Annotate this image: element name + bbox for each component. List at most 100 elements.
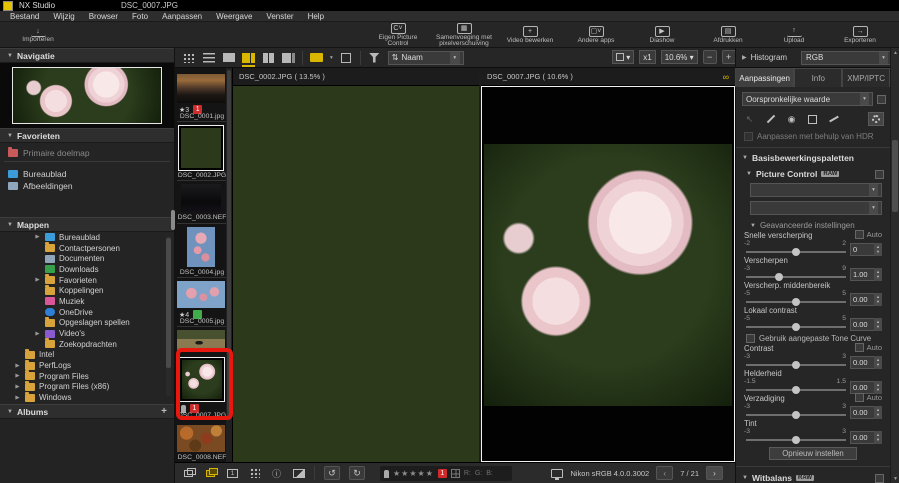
- zoom-in-icon[interactable]: +: [722, 50, 736, 64]
- menu-weergave[interactable]: Weergave: [216, 12, 252, 21]
- tree-item[interactable]: ▶Windows: [0, 392, 174, 403]
- video-edit-button[interactable]: + Video bewerken: [499, 23, 561, 47]
- navigation-preview-image[interactable]: [12, 67, 162, 124]
- multi-thumb-icon[interactable]: [248, 467, 261, 479]
- rotate-ccw-button[interactable]: ↺: [324, 466, 340, 480]
- tree-item[interactable]: Opgeslagen spellen: [0, 318, 174, 329]
- next-image-button[interactable]: ›: [706, 466, 723, 480]
- navigatie-header[interactable]: ▼ Navigatie: [0, 48, 174, 63]
- menu-browser[interactable]: Browser: [89, 12, 118, 21]
- reset-button[interactable]: Opnieuw instellen: [769, 447, 857, 460]
- slideshow-button[interactable]: ▶ Diashow: [631, 23, 693, 47]
- hdr-checkbox[interactable]: [744, 132, 753, 141]
- tree-item[interactable]: Downloads: [0, 264, 174, 275]
- slider-value[interactable]: 0.00▴▾: [850, 406, 882, 419]
- tree-item[interactable]: Contactpersonen: [0, 243, 174, 254]
- slider-thumb[interactable]: [792, 248, 800, 256]
- slider-track[interactable]: [746, 386, 846, 394]
- auto-checkbox[interactable]: [855, 393, 864, 402]
- picture-control-header[interactable]: ▼ Picture Control RAW: [746, 169, 884, 179]
- prev-image-button[interactable]: ‹: [656, 466, 673, 480]
- thumbnail-dsc0001[interactable]: [177, 74, 225, 103]
- add-album-icon[interactable]: +: [161, 406, 167, 417]
- slider-track[interactable]: [746, 298, 846, 306]
- rotate-cw-button[interactable]: ↻: [349, 466, 365, 480]
- histogram-toggle-icon[interactable]: [292, 467, 305, 479]
- tree-item[interactable]: ▶Bureaublad: [0, 232, 174, 243]
- expander-icon[interactable]: ▶: [14, 384, 21, 390]
- witbalans-checkbox[interactable]: [875, 474, 884, 483]
- mappen-header[interactable]: ▼ Mappen: [0, 217, 174, 232]
- menu-wijzig[interactable]: Wijzig: [53, 12, 74, 21]
- slider-thumb[interactable]: [792, 411, 800, 419]
- viewer-pane-right-selected[interactable]: [481, 86, 735, 462]
- tree-item[interactable]: ▶Favorieten: [0, 275, 174, 286]
- tree-item[interactable]: OneDrive: [0, 307, 174, 318]
- witbalans-header[interactable]: ▼ Witbalans RAW: [742, 473, 884, 483]
- viewer-pane-left[interactable]: [233, 86, 479, 462]
- retouch-brush-icon[interactable]: [765, 114, 776, 125]
- slider-value[interactable]: 0.00▴▾: [850, 293, 882, 306]
- zoom-out-icon[interactable]: −: [703, 50, 717, 64]
- inspector-scrollbar[interactable]: ▲ ▼: [890, 48, 899, 483]
- menu-bestand[interactable]: Bestand: [10, 12, 39, 21]
- sort-dropdown[interactable]: ⇅ Naam ▾: [388, 51, 464, 65]
- thumbnail-dsc0005[interactable]: [177, 281, 225, 308]
- thumbnail-dsc0008[interactable]: [177, 425, 225, 452]
- spinner-icon[interactable]: ▴▾: [874, 318, 882, 331]
- auto-checkbox[interactable]: [855, 230, 864, 239]
- copy-adjustments-icon[interactable]: [182, 467, 195, 479]
- picture-control-dropdown-1[interactable]: ▾: [750, 183, 882, 197]
- grid-view-icon[interactable]: [182, 52, 195, 63]
- redeye-icon[interactable]: ◉: [786, 114, 797, 125]
- slider-thumb[interactable]: [792, 436, 800, 444]
- spinner-icon[interactable]: ▴▾: [874, 406, 882, 419]
- pixel-shift-button[interactable]: ▦ Samenvoeging met pixelverschuiving: [433, 23, 495, 47]
- menu-venster[interactable]: Venster: [266, 12, 293, 21]
- advanced-settings-header[interactable]: ▼ Geavanceerde instellingen: [750, 221, 884, 230]
- thumbnail-dsc0004[interactable]: [187, 227, 215, 267]
- slider-thumb[interactable]: [792, 361, 800, 369]
- expander-icon[interactable]: ▶: [34, 234, 41, 240]
- slider-thumb[interactable]: [792, 298, 800, 306]
- basis-section-header[interactable]: ▼ Basisbewerkingspaletten: [742, 153, 884, 163]
- other-apps-button[interactable]: ▢˅ Andere apps: [565, 23, 627, 47]
- slider-track[interactable]: [746, 273, 846, 281]
- albums-header[interactable]: ▼ Albums +: [0, 404, 174, 419]
- slider-value[interactable]: 1.00▴▾: [850, 268, 882, 281]
- spinner-icon[interactable]: ▴▾: [874, 356, 882, 369]
- tab-info[interactable]: Info: [794, 68, 842, 87]
- spinner-icon[interactable]: ▴▾: [874, 243, 882, 256]
- quad-view-icon[interactable]: [262, 52, 275, 63]
- expander-icon[interactable]: ▶: [34, 331, 41, 337]
- slider-track[interactable]: [746, 436, 846, 444]
- zoom-100-button[interactable]: x1: [639, 50, 655, 64]
- filmstrip-tray-icon[interactable]: [310, 52, 323, 63]
- menu-help[interactable]: Help: [308, 12, 324, 21]
- tree-item[interactable]: Documenten: [0, 253, 174, 264]
- slider-track[interactable]: [746, 411, 846, 419]
- import-button[interactable]: ↓ Importeren: [10, 23, 66, 47]
- list-view-icon[interactable]: [202, 52, 215, 63]
- rating-stars[interactable]: ★★★★★: [393, 469, 434, 478]
- zoom-level-dropdown[interactable]: 10.6% ▾: [661, 50, 698, 64]
- favorieten-header[interactable]: ▼ Favorieten: [0, 128, 174, 143]
- menu-aanpassen[interactable]: Aanpassen: [162, 12, 202, 21]
- thumbnail-dsc0003[interactable]: [181, 184, 221, 212]
- pick-tool-icon[interactable]: ↖: [744, 114, 755, 125]
- tree-item[interactable]: Zoekopdrachten: [0, 339, 174, 350]
- slider-value[interactable]: 0▴▾: [850, 243, 882, 256]
- upload-button[interactable]: ↑ Upload: [763, 23, 825, 47]
- expander-icon[interactable]: ▶: [34, 277, 41, 283]
- fullscreen-icon[interactable]: [340, 52, 353, 63]
- tree-item[interactable]: Koppelingen: [0, 285, 174, 296]
- tree-item[interactable]: ▶Program Files (x86): [0, 382, 174, 393]
- slider-track[interactable]: [746, 323, 846, 331]
- tree-item[interactable]: Muziek: [0, 296, 174, 307]
- filter-icon[interactable]: [368, 52, 381, 63]
- tab-aanpassingen[interactable]: Aanpassingen: [735, 68, 794, 87]
- spinner-icon[interactable]: ▴▾: [874, 431, 882, 444]
- label-grid-icon[interactable]: [451, 469, 460, 478]
- crop-icon[interactable]: [807, 114, 818, 125]
- favorite-primary-target[interactable]: Primaire doelmap: [0, 147, 174, 159]
